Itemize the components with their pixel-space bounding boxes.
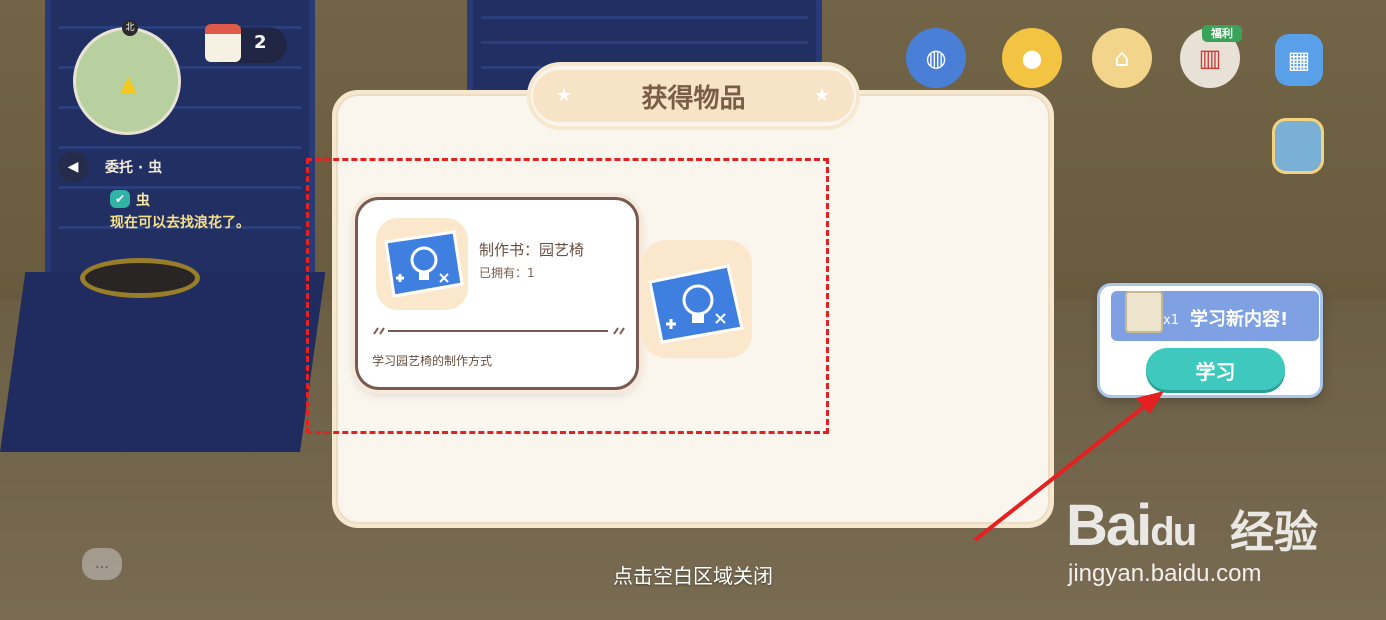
calendar-count: 2 [254,32,267,53]
phone-icon[interactable]: ▦ [1275,34,1323,86]
learn-count: x1 [1163,313,1179,328]
collapse-arrow-icon[interactable]: ◀ [58,152,88,182]
shop-icon[interactable]: ⌂ [1092,28,1152,88]
north-indicator-icon: 北 [122,20,138,36]
quest-title[interactable]: 委托 · 虫 [105,157,162,177]
minimap[interactable]: 北 ▲ [73,20,181,135]
close-hint: 点击空白区域关闭 [613,564,773,588]
player-arrow-icon: ▲ [120,72,137,97]
scroll-icon [1125,291,1163,333]
watermark-bai: Baidu [1066,493,1197,558]
learn-button[interactable]: 学习 [1146,348,1285,390]
quest-description: 现在可以去找浪花了。 [110,215,250,231]
calendar-icon[interactable] [205,24,241,62]
chat-icon[interactable]: … [82,548,122,580]
dialog-title: 获得物品 [641,84,746,114]
planet-icon[interactable]: ◍ [906,28,966,88]
highlight-annotation-box [306,158,829,434]
duck-icon[interactable]: ● [1002,28,1062,88]
backpack-icon[interactable] [1272,118,1324,174]
learn-button-label: 学习 [1195,360,1236,384]
quest-item: 虫 [136,193,150,209]
check-icon: ✔ [110,190,130,208]
learn-text: 学习新内容! [1190,309,1289,330]
watermark-jingyan: 经验 [1230,507,1318,558]
watermark-url: jingyan.baidu.com [1068,560,1262,587]
bonus-tag: 福利 [1202,25,1242,42]
